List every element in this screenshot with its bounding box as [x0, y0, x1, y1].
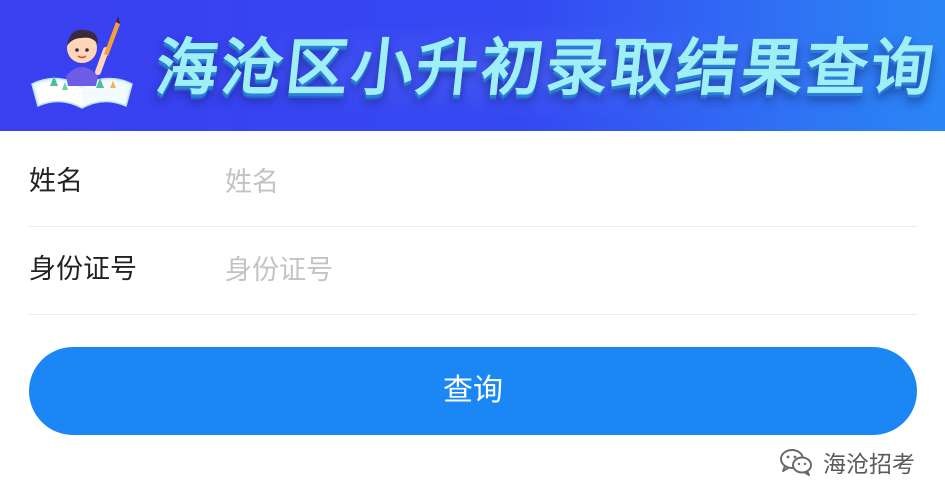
- wechat-icon: [780, 449, 812, 476]
- page: 海沧区小升初录取结果查询 姓名 身份证号 查询 海沧招考: [0, 0, 945, 503]
- page-title: 海沧区小升初录取结果查询: [152, 31, 941, 104]
- id-number-input[interactable]: [225, 248, 905, 292]
- name-label: 姓名: [29, 166, 83, 197]
- child-reading-book-illustration: [31, 16, 133, 109]
- id-number-form-row: 身份证号: [29, 226, 917, 315]
- query-button[interactable]: 查询: [29, 347, 917, 435]
- name-input[interactable]: [225, 160, 905, 204]
- name-form-row: 姓名: [29, 138, 917, 227]
- wechat-watermark: 海沧招考: [779, 444, 915, 480]
- watermark-text: 海沧招考: [823, 452, 915, 478]
- id-number-label: 身份证号: [29, 254, 137, 285]
- header-banner: 海沧区小升初录取结果查询: [0, 0, 945, 131]
